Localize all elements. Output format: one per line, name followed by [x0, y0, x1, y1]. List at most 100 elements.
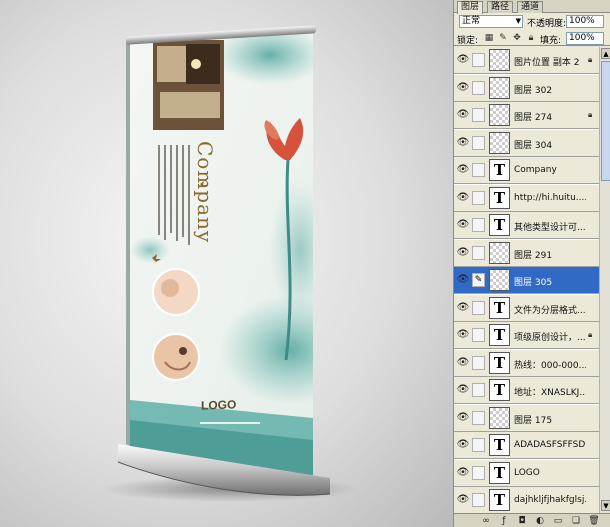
visibility-eye-icon[interactable]: 👁︎	[456, 191, 470, 205]
link-box[interactable]	[472, 328, 485, 342]
tab-layers[interactable]: 图层	[457, 1, 484, 14]
layer-name: 图层 302	[514, 85, 553, 96]
visibility-eye-icon[interactable]: 👁︎	[456, 466, 470, 480]
visibility-eye-icon[interactable]: 👁︎	[456, 328, 470, 342]
layer-scrollbar[interactable]: ▲ ▼	[599, 47, 610, 513]
link-box[interactable]	[472, 465, 485, 480]
visibility-eye-icon[interactable]: 👁︎	[456, 53, 470, 67]
new-layer-icon[interactable]: ❏	[570, 515, 582, 527]
brush-icon[interactable]: ✎	[472, 273, 485, 287]
opacity-input[interactable]: 100%	[566, 15, 604, 28]
layer-row[interactable]: 👁︎ 图片位置 副本 2 🔒︎	[454, 47, 599, 74]
layer-name: 其他类型设计可...	[514, 223, 586, 233]
visibility-eye-icon[interactable]: 👁︎	[456, 301, 470, 315]
adjustment-layer-icon[interactable]: ◐	[534, 515, 546, 527]
layer-row[interactable]: 👁︎ T Company	[454, 157, 599, 184]
link-box[interactable]	[472, 438, 485, 452]
layer-mask-icon[interactable]: ◘	[516, 515, 528, 527]
layer-row[interactable]: 👁︎ Thttp://hi.huitu....	[454, 184, 599, 212]
layer-name: http://hi.huitu....	[514, 192, 586, 203]
visibility-eye-icon[interactable]: 👁︎	[456, 273, 470, 287]
layer-row[interactable]: 👁︎ T 热线：000-000...	[454, 349, 599, 377]
blend-row: 正常 ▼ 不透明度: 100%	[454, 14, 610, 30]
layer-name: 图片位置 副本 2	[514, 58, 580, 68]
layer-row[interactable]: 👁︎ T LOGO	[454, 459, 599, 487]
layer-row[interactable]: 👁︎ 图层 291	[454, 239, 599, 267]
panel-tabs: 图层 路径 通道	[454, 0, 610, 14]
layer-row[interactable]: 👁︎ ✎ 图层 305	[454, 267, 599, 294]
layer-row[interactable]: 👁︎ Tdajhkljfjhakfglsj...	[454, 487, 599, 513]
layer-row[interactable]: 👁︎ 图层 175	[454, 404, 599, 432]
link-box[interactable]	[472, 190, 485, 205]
scroll-down-icon[interactable]: ▼	[601, 500, 610, 511]
lock-move-icon[interactable]: ✥	[512, 33, 522, 43]
link-box[interactable]	[472, 135, 485, 150]
layers-panel: 图层 路径 通道 正常 ▼ 不透明度: 100% 锁定: ▦ ✎ ✥ 🔒︎ 填充…	[453, 0, 610, 527]
layer-name: dajhkljfjhakfglsj...	[514, 495, 586, 505]
layer-thumbnail	[489, 131, 510, 154]
layer-thumbnail	[489, 76, 510, 99]
visibility-eye-icon[interactable]: 👁︎	[456, 163, 470, 177]
layer-name: 图层 291	[514, 250, 553, 261]
visibility-eye-icon[interactable]: 👁︎	[456, 81, 470, 95]
layer-name: 图层 304	[514, 140, 553, 151]
text-layer-thumbnail: T	[489, 296, 510, 319]
roll-up-banner	[117, 25, 331, 496]
fill-input[interactable]: 100%	[566, 32, 604, 45]
layer-row[interactable]: 👁︎ T ADADASFSFFSD	[454, 432, 599, 459]
layer-row[interactable]: 👁︎ T 地址：XNASLKJ...	[454, 377, 599, 404]
link-layers-icon[interactable]: ∞	[480, 515, 492, 527]
visibility-eye-icon[interactable]: 👁︎	[456, 438, 470, 452]
visibility-eye-icon[interactable]: 👁︎	[456, 356, 470, 370]
text-layer-thumbnail: T	[489, 214, 510, 236]
opacity-label: 不透明度:	[527, 19, 567, 29]
link-box[interactable]	[472, 300, 485, 315]
visibility-eye-icon[interactable]: 👁︎	[456, 218, 470, 232]
visibility-eye-icon[interactable]: 👁︎	[456, 383, 470, 397]
tab-paths[interactable]: 路径	[487, 1, 514, 13]
layer-thumbnail	[489, 241, 510, 264]
lock-transparency-icon[interactable]: ▦	[484, 33, 494, 43]
layer-thumbnail	[489, 269, 510, 291]
visibility-eye-icon[interactable]: 👁︎	[456, 246, 470, 260]
visibility-eye-icon[interactable]: 👁︎	[456, 493, 470, 507]
link-box[interactable]	[472, 163, 485, 177]
text-layer-thumbnail: T	[489, 434, 510, 456]
layer-name: 项级原创设计，...	[514, 333, 586, 343]
layer-list: 👁︎ 图片位置 副本 2 🔒︎ 👁︎ 图层 302 👁︎ 图层 274 🔒︎ 👁︎ 图层 304 👁…	[454, 47, 599, 513]
link-box[interactable]	[472, 410, 485, 425]
layer-name: 图层 305	[514, 278, 553, 288]
lock-all-icon[interactable]: 🔒︎	[526, 33, 536, 43]
link-box[interactable]	[472, 53, 485, 67]
new-group-icon[interactable]: ▭	[552, 515, 564, 527]
visibility-eye-icon[interactable]: 👁︎	[456, 136, 470, 150]
link-box[interactable]	[472, 218, 485, 232]
text-layer-thumbnail: T	[489, 379, 510, 401]
link-box[interactable]	[472, 493, 485, 507]
layer-row[interactable]: 👁︎ 图层 274 🔒︎	[454, 102, 599, 129]
layer-thumbnail	[489, 49, 510, 71]
link-box[interactable]	[472, 80, 485, 95]
visibility-eye-icon[interactable]: 👁︎	[456, 108, 470, 122]
text-layer-thumbnail: T	[489, 159, 510, 181]
layer-row[interactable]: 👁︎ T 其他类型设计可...	[454, 212, 599, 239]
layer-name: LOGO	[514, 467, 540, 478]
link-box[interactable]	[472, 108, 485, 122]
layer-name: 地址：XNASLKJ...	[514, 388, 586, 398]
lock-brush-icon[interactable]: ✎	[498, 33, 508, 43]
lock-icon: 🔒︎	[588, 110, 593, 119]
layer-row[interactable]: 👁︎ T 文件为分层格式...	[454, 294, 599, 322]
link-box[interactable]	[472, 355, 485, 370]
layer-row[interactable]: 👁︎ 图层 302	[454, 74, 599, 102]
scroll-up-icon[interactable]: ▲	[601, 48, 610, 59]
layer-row[interactable]: 👁︎ T 项级原创设计，... 🔒︎	[454, 322, 599, 349]
visibility-eye-icon[interactable]: 👁︎	[456, 411, 470, 425]
layer-row[interactable]: 👁︎ 图层 304	[454, 129, 599, 157]
tab-channels[interactable]: 通道	[517, 1, 544, 13]
layer-style-icon[interactable]: ƒ	[498, 515, 510, 527]
delete-layer-icon[interactable]: 🗑︎	[588, 515, 600, 527]
link-box[interactable]	[472, 245, 485, 260]
scroll-thumb[interactable]	[601, 61, 610, 181]
blend-mode-select[interactable]: 正常 ▼	[459, 15, 523, 28]
link-box[interactable]	[472, 383, 485, 397]
